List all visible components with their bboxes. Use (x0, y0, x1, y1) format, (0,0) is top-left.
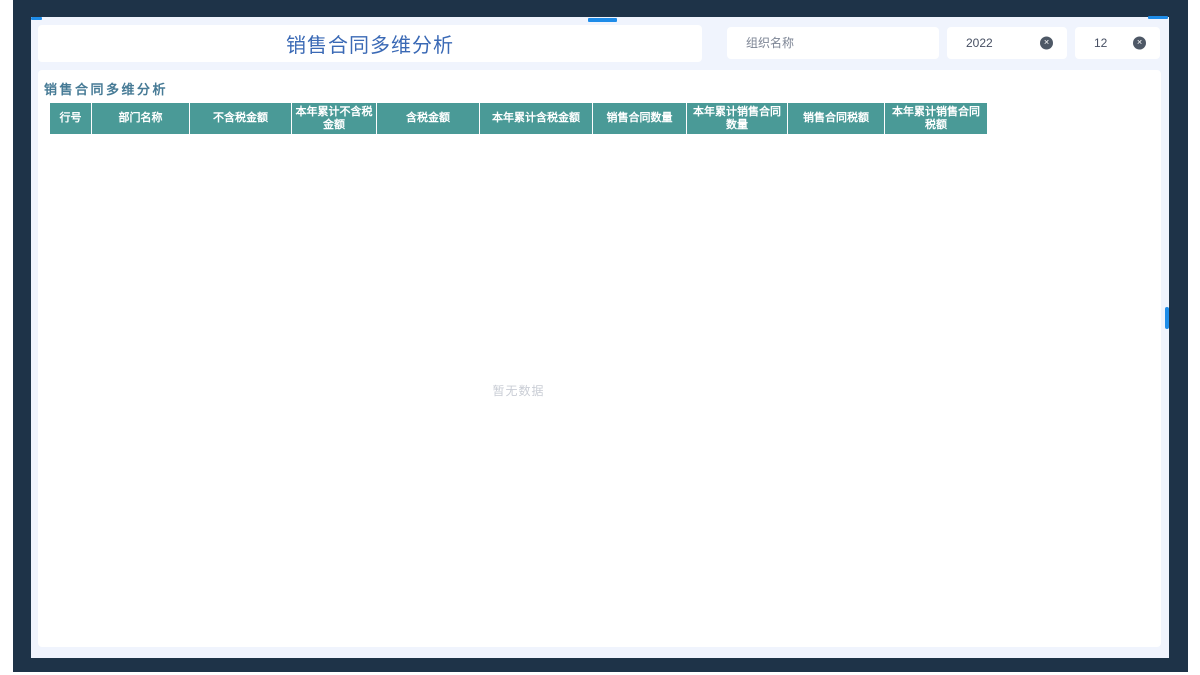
year-field: ✕ (947, 27, 1067, 59)
accent-bar-middle (588, 18, 617, 22)
column-header: 本年累计不含税金额 (292, 103, 377, 134)
year-clear-icon[interactable]: ✕ (1040, 36, 1053, 50)
title-bar: 销售合同多维分析 (38, 25, 702, 62)
column-header: 销售合同数量 (593, 103, 687, 134)
page-title: 销售合同多维分析 (286, 35, 454, 57)
section-title: 销售合同多维分析 (44, 82, 169, 97)
column-header: 本年累计销售合同税额 (885, 103, 987, 134)
month-field: ✕ (1075, 27, 1160, 59)
month-clear-icon[interactable]: ✕ (1133, 36, 1146, 50)
column-header: 本年累计含税金额 (480, 103, 593, 134)
report-card: 销售合同多维分析 行号 部门名称 不含税金额 本年累计不含税金额 含税金额 本年累计含税金… (38, 70, 1161, 647)
accent-bar-right (1148, 16, 1168, 19)
accent-bar-left (31, 17, 42, 20)
vertical-scrollbar-thumb[interactable] (1165, 307, 1169, 329)
column-header: 不含税金额 (190, 103, 292, 134)
month-input[interactable] (1075, 27, 1160, 59)
page-root: 销售合同多维分析 ✕ ✕ 销售合同多维分析 行号部门名称不含税金额本年累计不含税… (0, 0, 1200, 675)
empty-state-text: 暂无数据 (492, 384, 545, 398)
column-header: 销售合同税额 (788, 103, 885, 134)
column-header: 本年累计销售合同数量 (687, 103, 788, 134)
org-name-input[interactable] (727, 27, 939, 59)
org-name-field (727, 27, 939, 59)
table-empty-state: 暂无数据 (50, 134, 987, 647)
column-header: 行号 (50, 103, 92, 134)
column-header: 部门名称 (92, 103, 190, 134)
table-header-row: 行号 部门名称 不含税金额 本年累计不含税金额 含税金额 本年累计含税金额 销售合同数量 本年… (50, 103, 987, 134)
column-header: 含税金额 (377, 103, 480, 134)
report-table: 行号 部门名称 不含税金额 本年累计不含税金额 含税金额 本年累计含税金额 销售合同数量 本年… (50, 103, 987, 647)
